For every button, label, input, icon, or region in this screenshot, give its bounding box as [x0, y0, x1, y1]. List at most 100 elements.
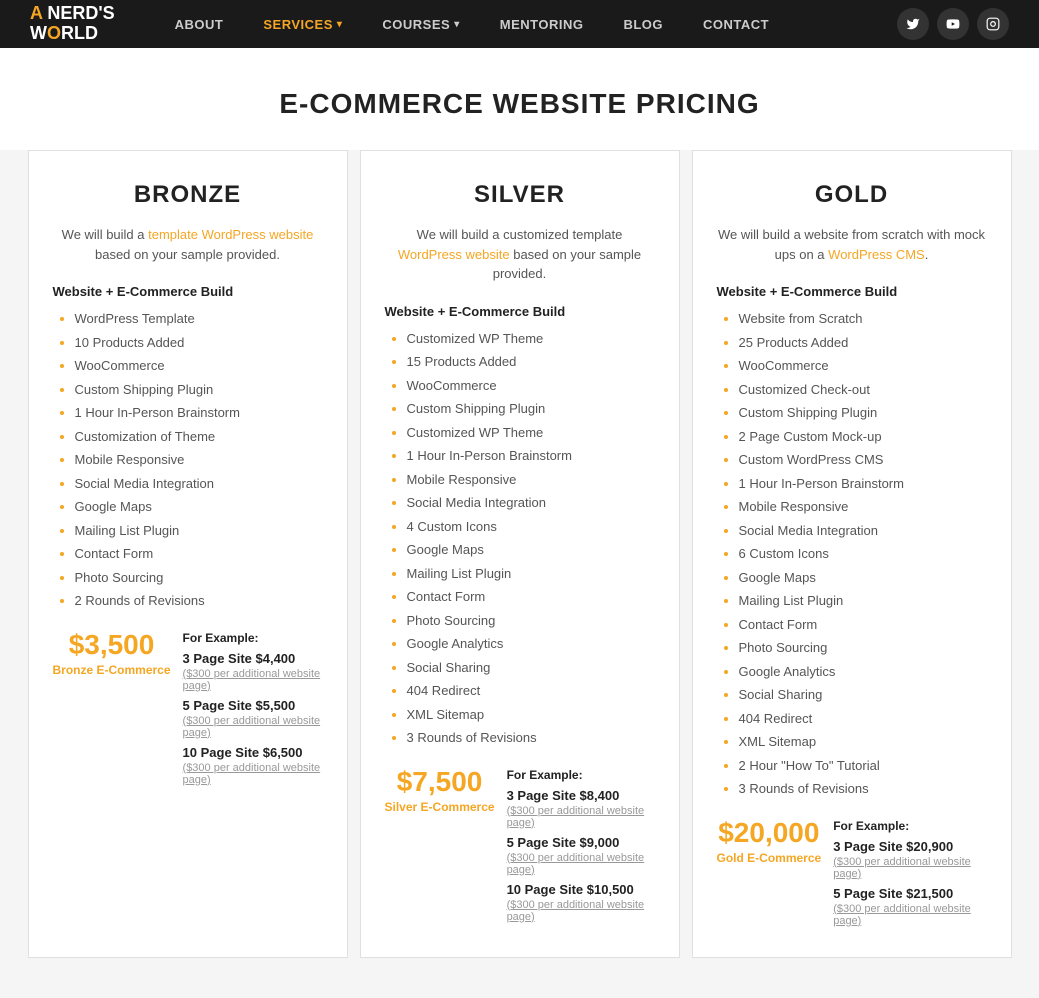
page-title-section: E-COMMERCE WEBSITE PRICING	[0, 48, 1039, 150]
silver-example-1-sub: ($300 per additional website page)	[507, 805, 655, 829]
list-item: Photo Sourcing	[75, 568, 323, 588]
list-item: Mobile Responsive	[407, 470, 655, 490]
list-item: Website from Scratch	[739, 309, 987, 329]
twitter-icon[interactable]	[897, 8, 929, 40]
silver-pricing-bottom: $7,500 Silver E-Commerce For Example: 3 …	[385, 768, 655, 929]
nav-about[interactable]: ABOUT	[155, 0, 244, 48]
gold-card: GOLD We will build a website from scratc…	[692, 150, 1012, 958]
list-item: Social Media Integration	[407, 493, 655, 513]
gold-desc: We will build a website from scratch wit…	[717, 225, 987, 264]
list-item: Google Maps	[75, 497, 323, 517]
nav-links: ABOUT SERVICES ▾ COURSES ▾ MENTORING BLO…	[155, 0, 897, 48]
gold-example-1-sub: ($300 per additional website page)	[833, 856, 986, 880]
nav-blog[interactable]: BLOG	[603, 0, 683, 48]
silver-example-1: 3 Page Site $8,400	[507, 788, 655, 803]
list-item: Custom Shipping Plugin	[407, 399, 655, 419]
logo-highlight2: O	[47, 23, 61, 43]
gold-example-1: 3 Page Site $20,900	[833, 839, 986, 854]
silver-example-3: 10 Page Site $10,500	[507, 882, 655, 897]
list-item: 1 Hour In-Person Brainstorm	[739, 474, 987, 494]
list-item: 2 Hour "How To" Tutorial	[739, 756, 987, 776]
list-item: Google Maps	[407, 540, 655, 560]
gold-desc-link[interactable]: WordPress CMS	[828, 247, 925, 262]
nav-contact[interactable]: CONTACT	[683, 0, 789, 48]
list-item: Mailing List Plugin	[407, 564, 655, 584]
list-item: 3 Rounds of Revisions	[407, 728, 655, 748]
gold-pricing-bottom: $20,000 Gold E-Commerce For Example: 3 P…	[717, 819, 987, 933]
silver-section-label: Website + E-Commerce Build	[385, 304, 655, 319]
bronze-example-label: For Example:	[183, 631, 323, 645]
courses-arrow: ▾	[454, 19, 460, 30]
list-item: 3 Rounds of Revisions	[739, 779, 987, 799]
list-item: Mailing List Plugin	[739, 591, 987, 611]
bronze-example-3-sub: ($300 per additional website page)	[183, 762, 323, 786]
pricing-grid: BRONZE We will build a template WordPres…	[0, 150, 1039, 998]
list-item: 404 Redirect	[739, 709, 987, 729]
list-item: 404 Redirect	[407, 681, 655, 701]
list-item: Contact Form	[739, 615, 987, 635]
silver-price: $7,500	[385, 768, 495, 796]
silver-desc: We will build a customized template Word…	[385, 225, 655, 284]
list-item: WooCommerce	[75, 356, 323, 376]
gold-price: $20,000	[717, 819, 822, 847]
list-item: Contact Form	[407, 587, 655, 607]
list-item: Custom Shipping Plugin	[75, 380, 323, 400]
list-item: 4 Custom Icons	[407, 517, 655, 537]
silver-example-3-sub: ($300 per additional website page)	[507, 899, 655, 923]
page-title: E-COMMERCE WEBSITE PRICING	[20, 88, 1019, 120]
bronze-example-2-sub: ($300 per additional website page)	[183, 715, 323, 739]
silver-examples: For Example: 3 Page Site $8,400 ($300 pe…	[507, 768, 655, 929]
nav-services[interactable]: SERVICES ▾	[243, 0, 362, 48]
gold-examples: For Example: 3 Page Site $20,900 ($300 p…	[833, 819, 986, 933]
list-item: WooCommerce	[739, 356, 987, 376]
list-item: Social Sharing	[739, 685, 987, 705]
silver-example-2: 5 Page Site $9,000	[507, 835, 655, 850]
list-item: Photo Sourcing	[407, 611, 655, 631]
logo-highlight: A	[30, 3, 42, 23]
list-item: 10 Products Added	[75, 333, 323, 353]
silver-card: SILVER We will build a customized templa…	[360, 150, 680, 958]
services-arrow: ▾	[337, 19, 343, 30]
bronze-desc: We will build a template WordPress websi…	[53, 225, 323, 264]
nav-courses[interactable]: COURSES ▾	[362, 0, 479, 48]
list-item: 1 Hour In-Person Brainstorm	[75, 403, 323, 423]
bronze-examples: For Example: 3 Page Site $4,400 ($300 pe…	[183, 631, 323, 792]
list-item: Google Analytics	[739, 662, 987, 682]
list-item: Mobile Responsive	[739, 497, 987, 517]
bronze-desc-link[interactable]: template WordPress website	[148, 227, 313, 242]
nav-mentoring[interactable]: MENTORING	[480, 0, 604, 48]
bronze-feature-list: WordPress Template 10 Products Added Woo…	[53, 309, 323, 611]
silver-example-2-sub: ($300 per additional website page)	[507, 852, 655, 876]
social-icons	[897, 8, 1009, 40]
list-item: 2 Rounds of Revisions	[75, 591, 323, 611]
youtube-icon[interactable]	[937, 8, 969, 40]
list-item: 25 Products Added	[739, 333, 987, 353]
list-item: Google Analytics	[407, 634, 655, 654]
list-item: Custom Shipping Plugin	[739, 403, 987, 423]
list-item: XML Sitemap	[407, 705, 655, 725]
list-item: 15 Products Added	[407, 352, 655, 372]
list-item: Google Maps	[739, 568, 987, 588]
list-item: 2 Page Custom Mock-up	[739, 427, 987, 447]
site-logo[interactable]: A NERD'SWORLD	[30, 4, 115, 44]
bronze-example-3: 10 Page Site $6,500	[183, 745, 323, 760]
list-item: Customized Check-out	[739, 380, 987, 400]
list-item: Customized WP Theme	[407, 423, 655, 443]
gold-example-label: For Example:	[833, 819, 986, 833]
silver-feature-list: Customized WP Theme 15 Products Added Wo…	[385, 329, 655, 748]
silver-price-label: Silver E-Commerce	[385, 800, 495, 814]
bronze-example-2: 5 Page Site $5,500	[183, 698, 323, 713]
bronze-pricing-bottom: $3,500 Bronze E-Commerce For Example: 3 …	[53, 631, 323, 792]
list-item: Social Media Integration	[739, 521, 987, 541]
gold-feature-list: Website from Scratch 25 Products Added W…	[717, 309, 987, 799]
silver-price-block: $7,500 Silver E-Commerce	[385, 768, 495, 929]
gold-section-label: Website + E-Commerce Build	[717, 284, 987, 299]
list-item: Customization of Theme	[75, 427, 323, 447]
list-item: Custom WordPress CMS	[739, 450, 987, 470]
list-item: Photo Sourcing	[739, 638, 987, 658]
bronze-title: BRONZE	[53, 181, 323, 209]
instagram-icon[interactable]	[977, 8, 1009, 40]
silver-desc-link[interactable]: WordPress website	[398, 247, 510, 262]
bronze-price: $3,500	[53, 631, 171, 659]
list-item: Customized WP Theme	[407, 329, 655, 349]
